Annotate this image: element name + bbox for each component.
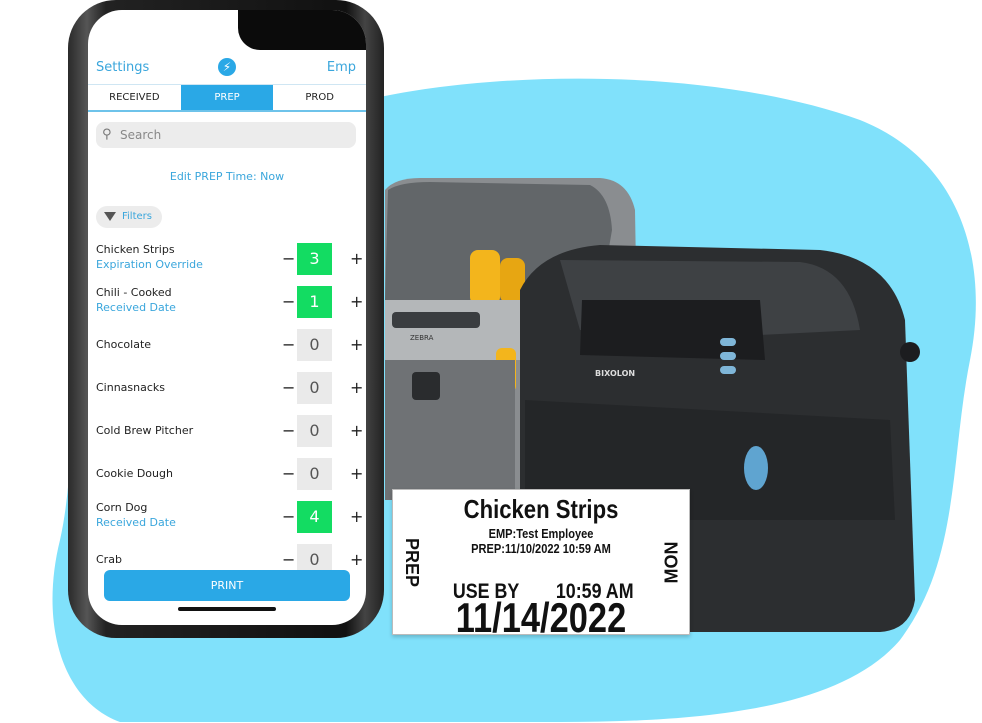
decrement-button[interactable]: −: [282, 292, 295, 311]
increment-button[interactable]: +: [350, 464, 363, 483]
edit-prep-time-link[interactable]: Edit PREP Time: Now: [88, 170, 366, 183]
list-item: Cinnasnacks −0 +: [96, 372, 363, 412]
item-name: Cinnasnacks: [96, 381, 166, 394]
search-placeholder: Search: [120, 128, 162, 142]
quantity-field[interactable]: 3: [297, 243, 332, 275]
quantity-field[interactable]: 0: [297, 329, 332, 361]
item-name: Crab: [96, 553, 122, 566]
tab-prep[interactable]: PREP: [180, 85, 274, 110]
increment-button[interactable]: +: [350, 507, 363, 526]
label-title: Chicken Strips: [463, 494, 619, 524]
label-employee: EMP:Test Employee: [488, 526, 594, 541]
list-item: Corn Dog Received Date −4 +: [96, 501, 363, 541]
quantity-field[interactable]: 0: [297, 415, 332, 447]
quantity-field[interactable]: 0: [297, 372, 332, 404]
settings-link[interactable]: Settings: [96, 60, 149, 75]
filter-icon: [104, 212, 116, 221]
search-icon: ⚲: [102, 127, 112, 142]
quantity-field[interactable]: 0: [297, 458, 332, 490]
item-name: Corn Dog: [96, 501, 148, 514]
search-input[interactable]: ⚲ Search: [96, 122, 356, 148]
employee-link[interactable]: Emp: [327, 60, 356, 75]
quantity-field[interactable]: 4: [297, 501, 332, 533]
home-indicator: [178, 607, 276, 611]
item-date-type[interactable]: Received Date: [96, 516, 176, 529]
tab-prod[interactable]: PROD: [273, 85, 366, 110]
tab-received[interactable]: RECEIVED: [88, 85, 181, 110]
decrement-button[interactable]: −: [282, 507, 295, 526]
zebra-brand: ZEBRA: [410, 334, 434, 342]
item-name: Chicken Strips: [96, 243, 175, 256]
increment-button[interactable]: +: [350, 421, 363, 440]
list-item: Cold Brew Pitcher −0 +: [96, 415, 363, 455]
item-date-type[interactable]: Received Date: [96, 301, 176, 314]
increment-button[interactable]: +: [350, 550, 363, 569]
label-use-date: 11/14/2022: [455, 594, 627, 641]
item-name: Chili - Cooked: [96, 286, 172, 299]
print-button[interactable]: PRINT: [104, 570, 350, 601]
decrement-button[interactable]: −: [282, 378, 295, 397]
increment-button[interactable]: +: [350, 249, 363, 268]
printed-label: Chicken Strips EMP:Test Employee PREP:11…: [392, 489, 690, 641]
increment-button[interactable]: +: [350, 292, 363, 311]
item-date-type[interactable]: Expiration Override: [96, 258, 203, 271]
list-item: Chili - Cooked Received Date −1 +: [96, 286, 363, 326]
list-item: Chocolate −0 +: [96, 329, 363, 369]
list-item: Cookie Dough −0 +: [96, 458, 363, 498]
phone-screen: Settings ⚡ Emp RECEIVED PREP PROD ⚲ Sear…: [88, 10, 366, 625]
decrement-button[interactable]: −: [282, 421, 295, 440]
tab-bar: RECEIVED PREP PROD: [88, 84, 366, 112]
increment-button[interactable]: +: [350, 335, 363, 354]
decrement-button[interactable]: −: [282, 335, 295, 354]
list-item: Chicken Strips Expiration Override −3 +: [96, 243, 363, 283]
filters-button[interactable]: Filters: [96, 206, 162, 228]
label-prep-time: PREP:11/10/2022 10:59 AM: [471, 541, 611, 556]
filters-label: Filters: [122, 211, 152, 222]
decrement-button[interactable]: −: [282, 464, 295, 483]
bolt-logo-icon: ⚡: [218, 58, 236, 76]
item-name: Chocolate: [96, 338, 152, 351]
decrement-button[interactable]: −: [282, 550, 295, 569]
label-day: MON: [661, 541, 682, 584]
quantity-field[interactable]: 1: [297, 286, 332, 318]
increment-button[interactable]: +: [350, 378, 363, 397]
decrement-button[interactable]: −: [282, 249, 295, 268]
item-name: Cookie Dough: [96, 467, 173, 480]
bixolon-brand: BIXOLON: [595, 369, 635, 378]
phone-notch: [238, 10, 366, 50]
item-name: Cold Brew Pitcher: [96, 424, 194, 437]
label-left-side: PREP: [402, 537, 423, 588]
